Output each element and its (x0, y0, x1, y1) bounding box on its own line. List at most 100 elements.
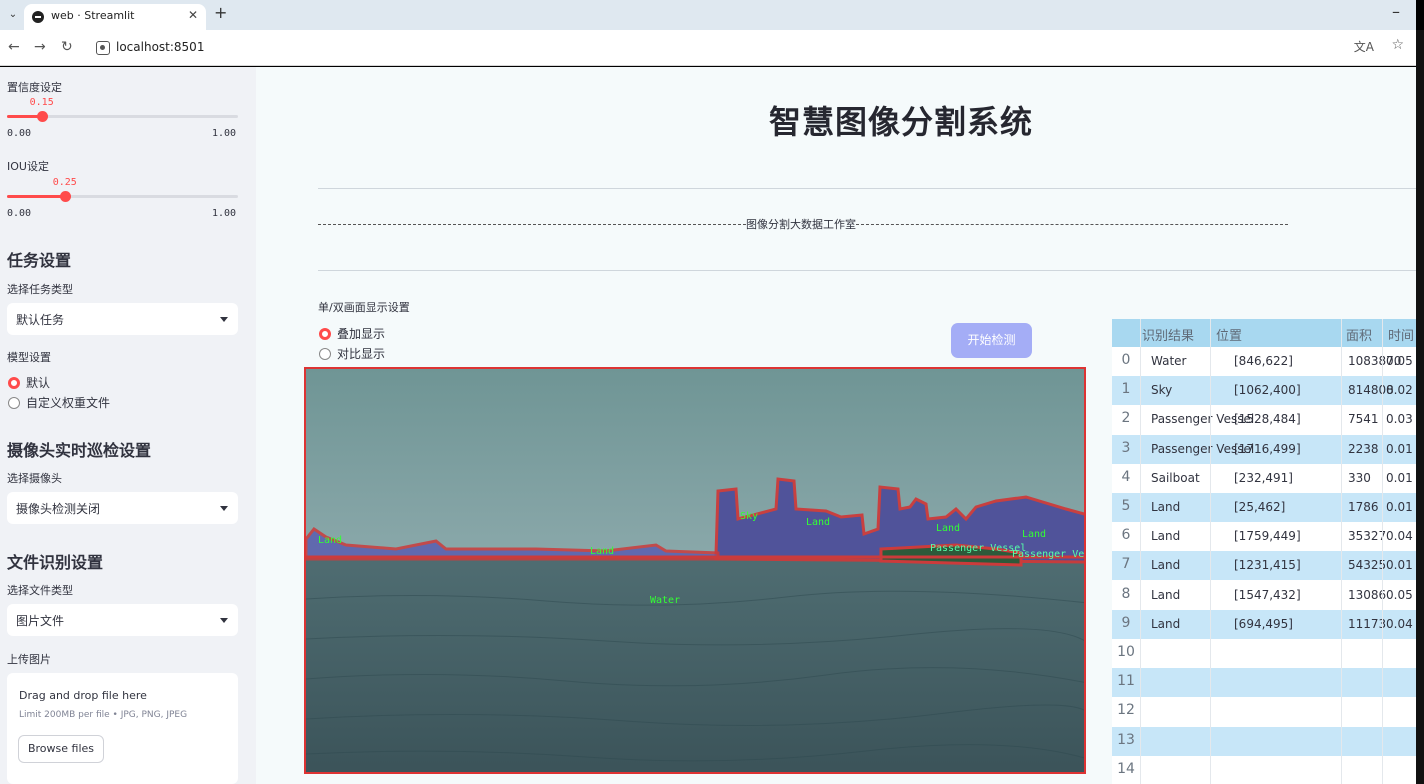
task-type-select[interactable]: 默认任务 (7, 303, 238, 335)
display-radio-compare-label: 对比显示 (337, 347, 386, 361)
file-settings-heading: 文件识别设置 (7, 553, 104, 572)
back-arrow-icon[interactable]: ← (8, 39, 20, 55)
site-info-icon[interactable] (96, 41, 110, 55)
row-index: 5 (1121, 498, 1131, 514)
model-radio-custom[interactable]: 自定义权重文件 (8, 394, 110, 411)
cell-position: [25,462] (1234, 500, 1286, 514)
cell-position: [1547,432] (1234, 587, 1301, 602)
table-row[interactable]: 4 Sailboat [232,491] 330 0.01 (1112, 464, 1416, 493)
page-title: 智慧图像分割系统 (768, 103, 1033, 141)
camera-settings-heading: 摄像头实时巡检设置 (7, 441, 152, 460)
iou-slider-handle[interactable] (59, 191, 71, 202)
file-dropzone[interactable]: Drag and drop file here Limit 200MB per … (7, 673, 238, 784)
cell-time: 0.01 (1386, 470, 1413, 485)
cell-position: [1062,400] (1234, 383, 1301, 398)
model-settings-label: 模型设置 (7, 351, 51, 364)
iou-slider[interactable] (7, 191, 238, 202)
iou-value: 0.25 (52, 177, 77, 188)
table-row[interactable]: 6 Land [1759,449] 35327 0.04 (1112, 522, 1416, 551)
tab-search-icon[interactable]: ⌄ (4, 6, 22, 24)
row-index: 13 (1117, 731, 1135, 748)
table-row[interactable]: 3 Passenger Vessel [1716,499] 2238 0.01 (1112, 434, 1416, 464)
land-label: Land (806, 517, 830, 528)
dropzone-title: Drag and drop file here (19, 689, 147, 702)
water-region (306, 556, 1084, 772)
address-bar[interactable]: localhost:8501 (88, 35, 1358, 61)
table-row[interactable]: 2 Passenger Vessel [1528,484] 7541 0.03 (1112, 405, 1416, 434)
table-row[interactable]: 14 (1112, 756, 1416, 784)
col-header-time[interactable]: 时间 (1388, 325, 1414, 344)
window-minimize-icon[interactable]: – (1392, 2, 1400, 21)
cell-position: [694,495] (1234, 616, 1293, 631)
cell-result: Land (1151, 587, 1181, 602)
new-tab-icon[interactable]: + (214, 3, 227, 22)
table-row[interactable]: 9 Land [694,495] 11173 0.04 (1112, 609, 1416, 639)
col-header-position[interactable]: 位置 (1216, 325, 1242, 344)
table-row[interactable]: 7 Land [1231,415] 54325 0.01 (1112, 551, 1416, 581)
forward-arrow-icon[interactable]: → (34, 39, 46, 55)
camera-select[interactable]: 摄像头检测关闭 (7, 492, 238, 524)
studio-banner: 图像分割大数据工作室 (318, 216, 1288, 232)
cell-area: 7541 (1348, 412, 1379, 427)
cell-result: Land (1151, 529, 1181, 544)
table-row[interactable]: 11 (1112, 668, 1416, 698)
radio-unselected-icon (8, 397, 20, 409)
cell-result: Sailboat (1151, 470, 1200, 485)
col-header-area[interactable]: 面积 (1346, 325, 1372, 344)
file-type-select[interactable]: 图片文件 (7, 604, 238, 636)
task-type-label: 选择任务类型 (7, 283, 73, 296)
browser-tab[interactable]: web · Streamlit ✕ (24, 4, 206, 30)
table-row[interactable]: 1 Sky [1062,400] 814808 0.02 (1112, 376, 1416, 406)
land-label: Land (318, 535, 342, 546)
confidence-slider-handle[interactable] (36, 111, 48, 122)
cell-area: 54325 (1348, 558, 1387, 573)
results-table[interactable]: 识别结果 位置 面积 时间 0 Water [846,622] 1083870 0.05… (1112, 319, 1416, 784)
land-label: Land (936, 523, 960, 534)
cell-result: Land (1151, 500, 1181, 514)
bookmark-star-icon[interactable]: ☆ (1391, 37, 1404, 53)
table-row[interactable]: 5 Land [25,462] 1786 0.01 (1112, 493, 1416, 522)
cell-time: 0.04 (1386, 529, 1413, 544)
upload-label: 上传图片 (7, 653, 51, 666)
confidence-slider[interactable] (7, 111, 238, 122)
cell-position: [1528,484] (1234, 412, 1301, 427)
display-radio-overlay[interactable]: 叠加显示 (319, 325, 385, 342)
cell-area: 330 (1348, 470, 1371, 485)
cell-area: 13086 (1348, 587, 1387, 602)
tab-close-icon[interactable]: ✕ (188, 8, 198, 22)
row-index: 1 (1121, 381, 1131, 398)
cell-position: [1716,499] (1234, 441, 1301, 456)
model-radio-default[interactable]: 默认 (8, 374, 50, 391)
table-row[interactable]: 12 (1112, 697, 1416, 726)
reload-icon[interactable]: ↻ (61, 39, 73, 55)
table-row[interactable]: 0 Water [846,622] 1083870 0.05 (1112, 347, 1416, 376)
col-header-result[interactable]: 识别结果 (1142, 325, 1194, 344)
cell-time: 0.01 (1386, 558, 1413, 573)
browse-files-button[interactable]: Browse files (18, 735, 104, 763)
translate-icon[interactable]: 文A (1354, 38, 1374, 55)
cell-time: 0.01 (1386, 500, 1413, 514)
table-row[interactable]: 10 (1112, 639, 1416, 668)
confidence-min: 0.00 (7, 128, 32, 139)
dash-line (856, 224, 1288, 225)
start-detection-button[interactable]: 开始检测 (951, 323, 1032, 358)
display-radio-compare[interactable]: 对比显示 (319, 345, 385, 362)
table-row[interactable]: 8 Land [1547,432] 13086 0.05 (1112, 581, 1416, 610)
display-mode-label: 单/双画面显示设置 (318, 301, 410, 314)
model-radio-custom-label: 自定义权重文件 (26, 396, 111, 410)
model-radio-default-label: 默认 (26, 376, 51, 390)
cell-area: 11173 (1348, 616, 1387, 631)
land-label: Land (1022, 529, 1046, 540)
chevron-down-icon (220, 317, 228, 322)
cell-position: [232,491] (1234, 470, 1293, 485)
task-settings-heading: 任务设置 (7, 251, 72, 270)
file-type-label: 选择文件类型 (7, 584, 73, 597)
row-index: 9 (1121, 614, 1131, 631)
table-row[interactable]: 13 (1112, 726, 1416, 756)
water-label: Water (650, 595, 680, 606)
confidence-label: 置信度设定 (7, 81, 62, 94)
column-divider (1210, 319, 1211, 784)
task-type-value: 默认任务 (16, 313, 65, 327)
cell-area: 35327 (1348, 529, 1387, 544)
column-divider (1140, 319, 1141, 784)
